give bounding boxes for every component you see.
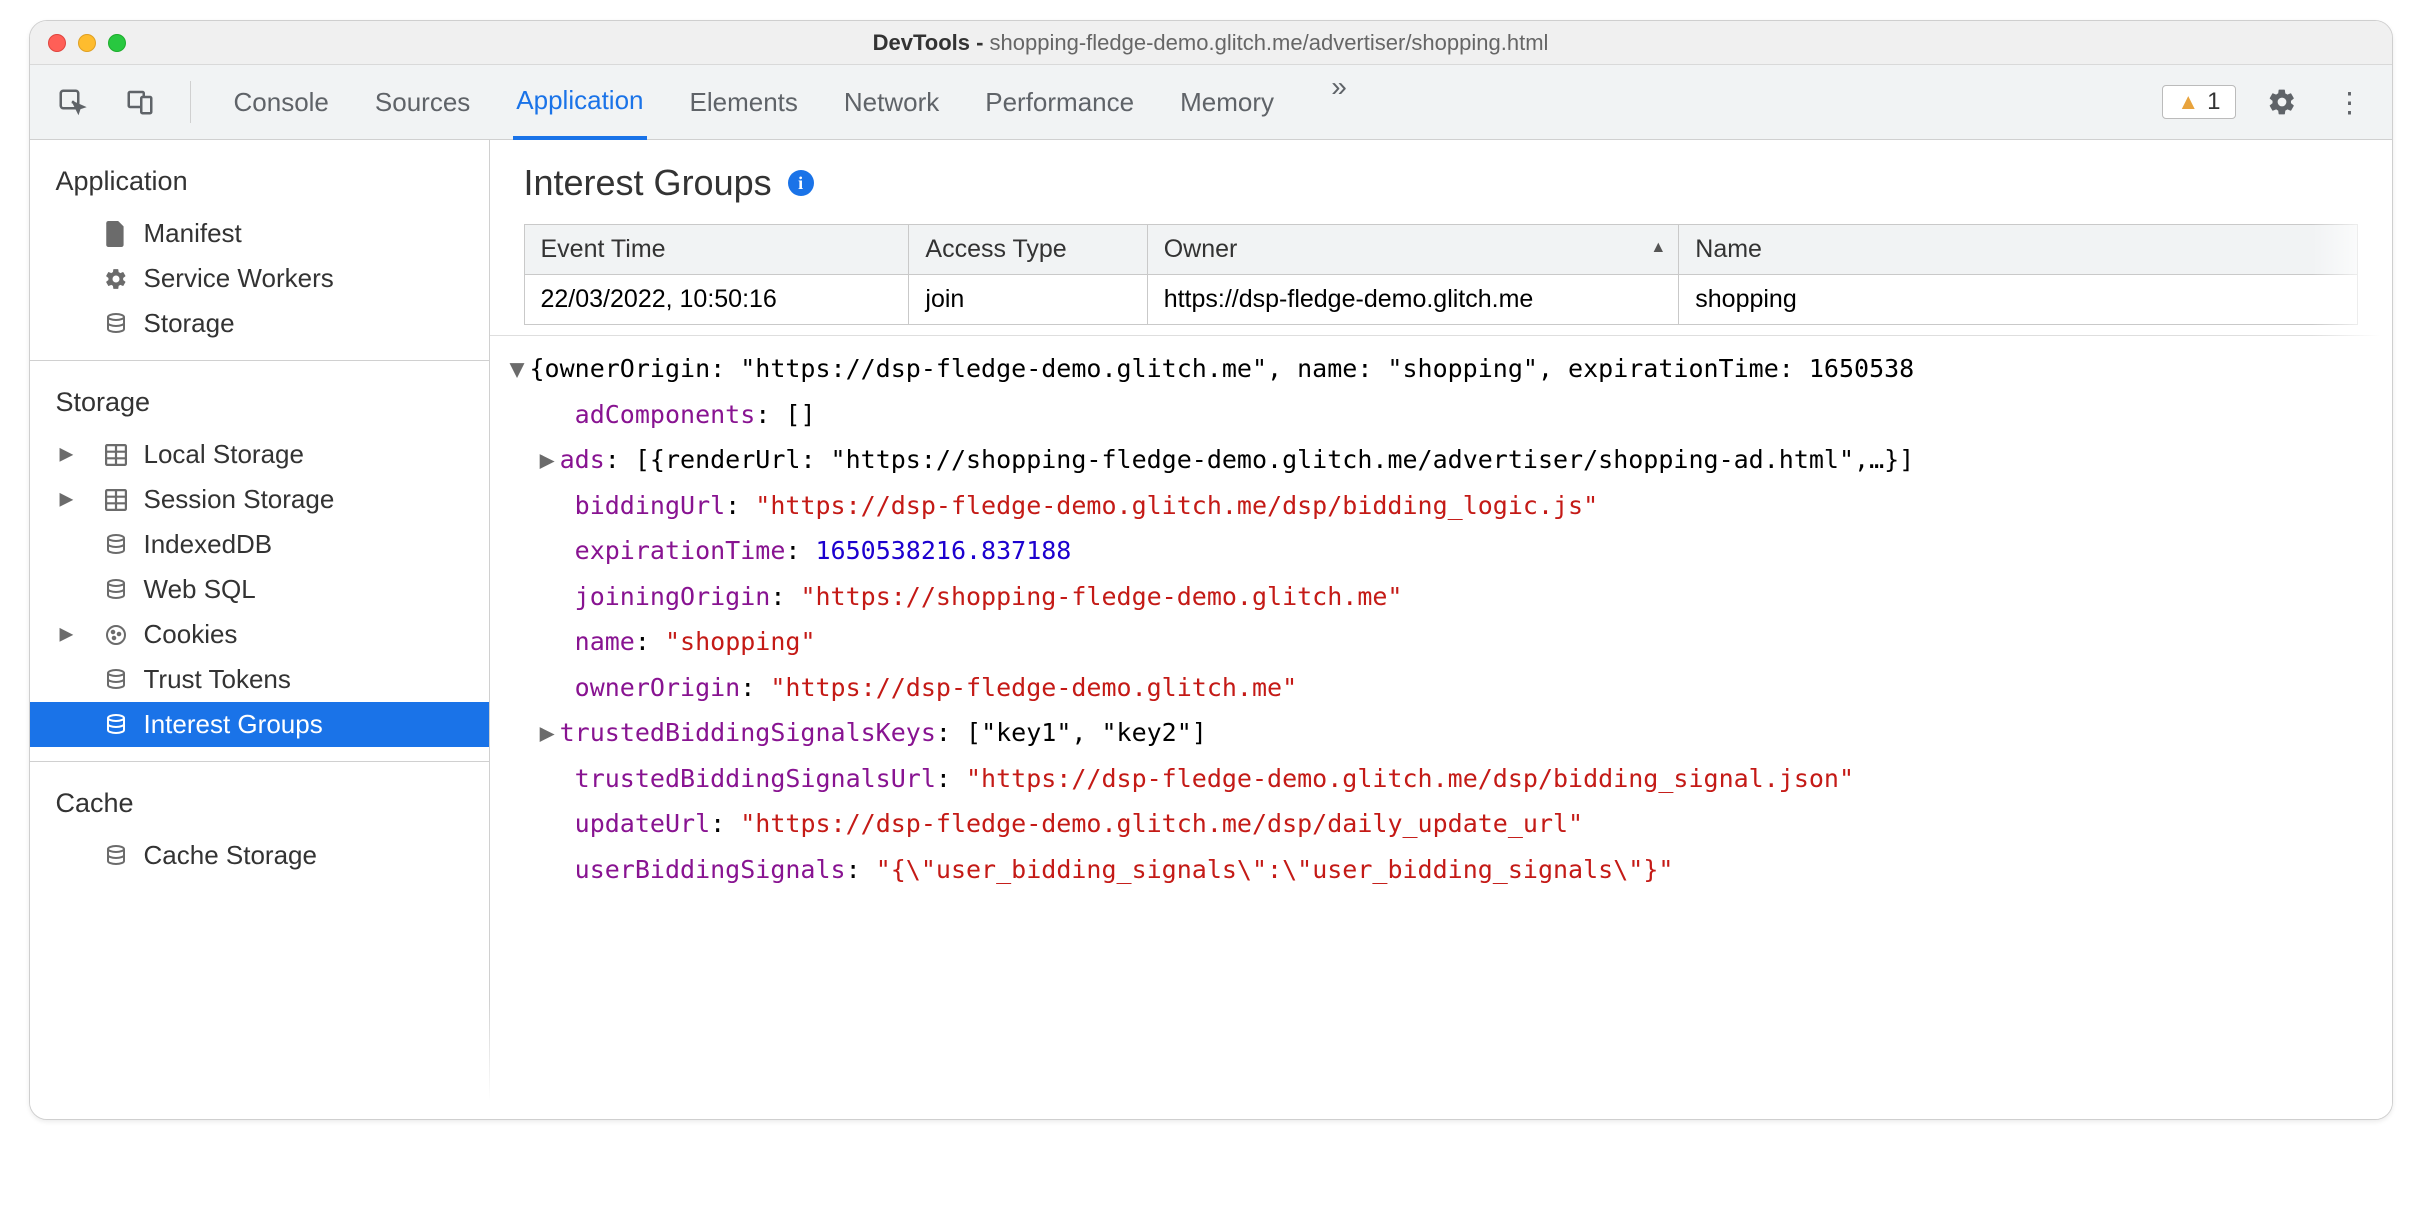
tab-application[interactable]: Application <box>513 65 646 140</box>
window-controls <box>48 34 126 52</box>
expand-icon: ▶ <box>60 443 74 464</box>
zoom-window-button[interactable] <box>108 34 126 52</box>
table-icon <box>102 489 130 511</box>
sidebar-section-storage: Storage <box>30 379 489 432</box>
sidebar-item-service-workers[interactable]: Service Workers <box>30 256 489 301</box>
more-tabs-button[interactable]: » <box>1317 65 1361 109</box>
sidebar-item-label: Service Workers <box>144 263 334 294</box>
titlebar: DevTools - shopping-fledge-demo.glitch.m… <box>30 21 2392 65</box>
sidebar-item-web-sql[interactable]: Web SQL <box>30 567 489 612</box>
sidebar-item-interest-groups[interactable]: Interest Groups <box>30 702 489 747</box>
sidebar-item-storage[interactable]: Storage <box>30 301 489 346</box>
cookie-icon <box>102 623 130 647</box>
tab-network[interactable]: Network <box>841 65 942 139</box>
sidebar-item-label: Cookies <box>144 619 238 650</box>
warning-icon: ▲ <box>2177 89 2199 115</box>
database-icon <box>102 844 130 868</box>
sidebar-section-cache: Cache <box>30 780 489 833</box>
col-owner[interactable]: Owner▲ <box>1147 225 1679 275</box>
minimize-window-button[interactable] <box>78 34 96 52</box>
devtools-toolbar: Console Sources Application Elements Net… <box>30 65 2392 140</box>
window-title: DevTools - shopping-fledge-demo.glitch.m… <box>873 30 1549 56</box>
sidebar-item-trust-tokens[interactable]: Trust Tokens <box>30 657 489 702</box>
sidebar-section-application: Application <box>30 158 489 211</box>
cell-name: shopping <box>1679 275 2357 325</box>
tab-memory[interactable]: Memory <box>1177 65 1277 139</box>
sidebar-item-label: Cache Storage <box>144 840 317 871</box>
interest-groups-table: Event Time Access Type Owner▲ Name 22/03… <box>524 224 2358 325</box>
inspect-element-button[interactable] <box>50 80 94 124</box>
sidebar-item-label: Session Storage <box>144 484 335 515</box>
application-sidebar: Application Manifest Service Workers Sto… <box>30 140 490 1119</box>
table-header-row: Event Time Access Type Owner▲ Name <box>524 225 2357 275</box>
panel-tabs: Console Sources Application Elements Net… <box>231 65 1362 139</box>
warnings-count: 1 <box>2207 88 2220 116</box>
sidebar-item-label: Trust Tokens <box>144 664 291 695</box>
sidebar-item-cache-storage[interactable]: Cache Storage <box>30 833 489 878</box>
database-icon <box>102 578 130 602</box>
database-icon <box>102 312 130 336</box>
file-icon <box>102 221 130 247</box>
tab-performance[interactable]: Performance <box>982 65 1137 139</box>
database-icon <box>102 668 130 692</box>
object-inspector[interactable]: ▼{ownerOrigin: "https://dsp-fledge-demo.… <box>490 335 2392 902</box>
sidebar-item-cookies[interactable]: ▶ Cookies <box>30 612 489 657</box>
sort-asc-icon: ▲ <box>1650 239 1666 257</box>
expand-icon: ▶ <box>60 488 74 509</box>
kebab-menu-button[interactable]: ⋮ <box>2328 80 2372 124</box>
sidebar-item-label: Web SQL <box>144 574 256 605</box>
col-name[interactable]: Name <box>1679 225 2357 275</box>
cell-owner: https://dsp-fledge-demo.glitch.me <box>1147 275 1679 325</box>
table-icon <box>102 444 130 466</box>
separator <box>190 81 191 123</box>
sidebar-item-label: Manifest <box>144 218 242 249</box>
col-event-time[interactable]: Event Time <box>524 225 909 275</box>
interest-groups-panel: Interest Groups i Event Time Access Type… <box>490 140 2392 1119</box>
sidebar-item-label: Storage <box>144 308 235 339</box>
col-access-type[interactable]: Access Type <box>909 225 1147 275</box>
database-icon <box>102 713 130 737</box>
panel-heading: Interest Groups <box>524 162 772 204</box>
warnings-badge[interactable]: ▲ 1 <box>2162 85 2235 119</box>
cell-access-type: join <box>909 275 1147 325</box>
database-icon <box>102 533 130 557</box>
sidebar-item-session-storage[interactable]: ▶ Session Storage <box>30 477 489 522</box>
info-icon[interactable]: i <box>788 170 814 196</box>
sidebar-item-label: Local Storage <box>144 439 304 470</box>
sidebar-item-local-storage[interactable]: ▶ Local Storage <box>30 432 489 477</box>
tab-sources[interactable]: Sources <box>372 65 473 139</box>
sidebar-item-manifest[interactable]: Manifest <box>30 211 489 256</box>
devtools-window: DevTools - shopping-fledge-demo.glitch.m… <box>29 20 2393 1120</box>
sidebar-item-indexeddb[interactable]: IndexedDB <box>30 522 489 567</box>
sidebar-item-label: Interest Groups <box>144 709 323 740</box>
cell-event-time: 22/03/2022, 10:50:16 <box>524 275 909 325</box>
table-row[interactable]: 22/03/2022, 10:50:16 join https://dsp-fl… <box>524 275 2357 325</box>
device-toolbar-button[interactable] <box>118 80 162 124</box>
sidebar-item-label: IndexedDB <box>144 529 273 560</box>
tab-elements[interactable]: Elements <box>687 65 801 139</box>
gear-icon <box>102 267 130 291</box>
close-window-button[interactable] <box>48 34 66 52</box>
expand-icon: ▶ <box>60 623 74 644</box>
settings-button[interactable] <box>2260 80 2304 124</box>
tab-console[interactable]: Console <box>231 65 332 139</box>
